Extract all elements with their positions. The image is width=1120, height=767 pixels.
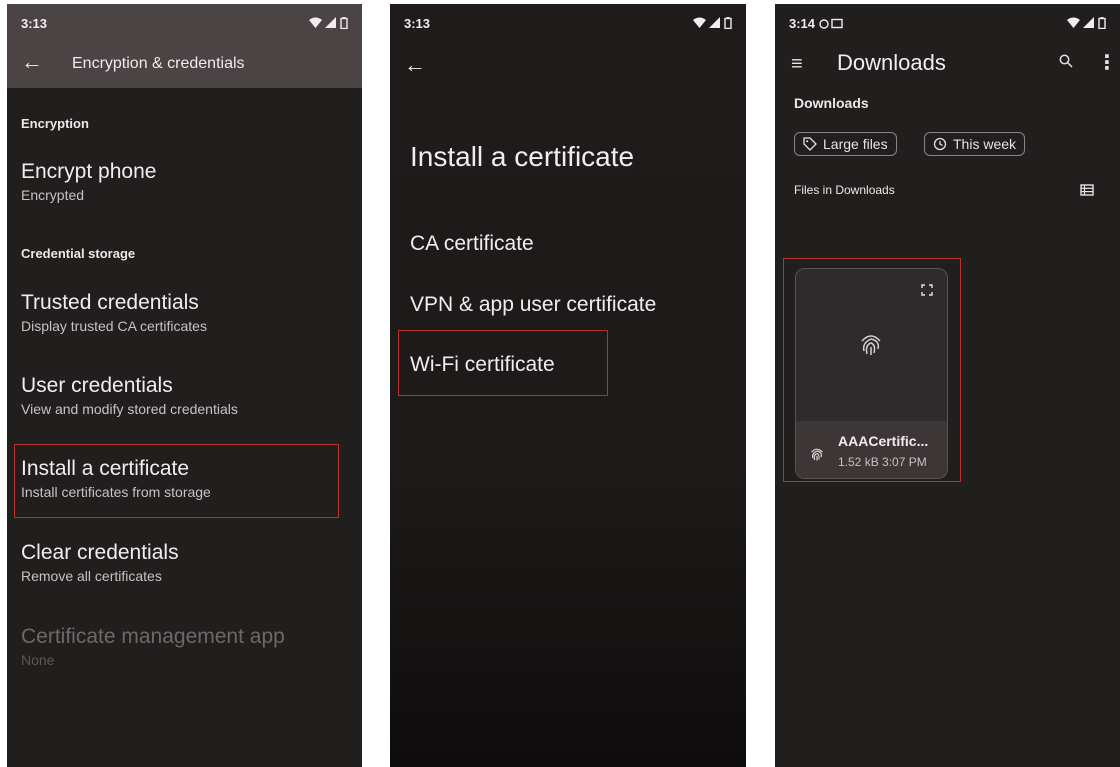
section-header-encryption: Encryption [21, 116, 89, 131]
status-bar: 3:14 [775, 4, 1120, 40]
page-title: Install a certificate [410, 141, 635, 172]
hamburger-menu-icon[interactable]: ≡ [791, 53, 803, 76]
signal-icon [325, 17, 337, 29]
status-icons [308, 14, 348, 29]
section-header-credential-storage: Credential storage [21, 246, 136, 261]
file-meta: 1.52 kB 3:07 PM [838, 455, 927, 469]
pref-install-certificate[interactable]: Install a certificate Install certificat… [21, 456, 211, 502]
status-icons [692, 14, 732, 29]
status-bar: 3:13 [7, 4, 362, 40]
status-time: 3:13 [21, 16, 48, 31]
pref-title: Encrypt phone [21, 160, 157, 183]
pref-title: Certificate management app [21, 625, 285, 648]
wifi-icon [308, 17, 322, 29]
wifi-icon [692, 17, 706, 29]
pref-user-credentials[interactable]: User credentials View and modify stored … [21, 373, 238, 419]
search-icon[interactable] [1059, 54, 1073, 73]
pref-subtitle: Display trusted CA certificates [21, 318, 207, 334]
chip-this-week[interactable]: This week [924, 132, 1026, 156]
pref-encrypt-phone[interactable]: Encrypt phone Encrypted [21, 159, 156, 205]
fingerprint-icon [856, 329, 886, 364]
file-card[interactable]: AAACertific... 1.52 kB 3:07 PM [795, 268, 948, 479]
list-view-icon[interactable] [1080, 183, 1094, 201]
history-icon [933, 137, 947, 151]
signal-icon [1083, 17, 1095, 29]
breadcrumb[interactable]: Downloads [794, 95, 869, 111]
pref-title: Install a certificate [21, 457, 190, 480]
battery-icon [340, 16, 348, 29]
pref-clear-credentials[interactable]: Clear credentials Remove all certificate… [21, 540, 179, 586]
file-name: AAACertific... [838, 433, 929, 449]
notification-icon [818, 18, 843, 29]
fingerprint-icon [808, 445, 826, 468]
page-title: Encryption & credentials [72, 55, 245, 72]
pref-subtitle: Remove all certificates [21, 568, 162, 584]
pref-trusted-credentials[interactable]: Trusted credentials Display trusted CA c… [21, 290, 207, 336]
pref-title: Trusted credentials [21, 291, 199, 314]
signal-icon [709, 17, 721, 29]
battery-icon [1098, 16, 1106, 29]
status-bar: 3:13 [390, 4, 746, 40]
install-certificate-screen: 3:13 ← Install a certificate CA certific… [390, 4, 746, 767]
section-label: Files in Downloads [794, 183, 895, 197]
status-time: 3:13 [404, 16, 431, 31]
expand-icon[interactable] [921, 283, 933, 301]
pref-subtitle: View and modify stored credentials [21, 401, 238, 417]
back-arrow-icon[interactable]: ← [404, 54, 426, 76]
option-wifi-certificate[interactable]: Wi-Fi certificate [410, 353, 555, 377]
pref-subtitle: None [21, 652, 55, 668]
pref-title: User credentials [21, 374, 173, 397]
more-options-icon[interactable]: ⋮ [1097, 50, 1117, 75]
downloads-screen: 3:14 ≡ Downloads ⋮ Downloads Large files… [775, 4, 1120, 767]
battery-icon [724, 16, 732, 29]
pref-certificate-management-app: Certificate management app None [21, 624, 285, 670]
app-title: Downloads [837, 50, 946, 75]
wifi-icon [1066, 17, 1080, 29]
pref-subtitle: Encrypted [21, 187, 85, 203]
chip-large-files[interactable]: Large files [794, 132, 897, 156]
file-info: AAACertific... 1.52 kB 3:07 PM [796, 421, 947, 478]
option-ca-certificate[interactable]: CA certificate [410, 232, 534, 256]
option-vpn-app-user-certificate[interactable]: VPN & app user certificate [410, 293, 656, 317]
file-thumbnail [796, 269, 947, 421]
pref-subtitle: Install certificates from storage [21, 484, 211, 500]
pref-title: Clear credentials [21, 541, 179, 564]
back-arrow-icon[interactable]: ← [21, 51, 43, 73]
status-time: 3:14 [789, 16, 843, 31]
tag-icon [803, 137, 817, 151]
encryption-credentials-screen: 3:13 ← Encryption & credentials Encrypti… [7, 4, 362, 767]
status-icons [1066, 14, 1106, 29]
